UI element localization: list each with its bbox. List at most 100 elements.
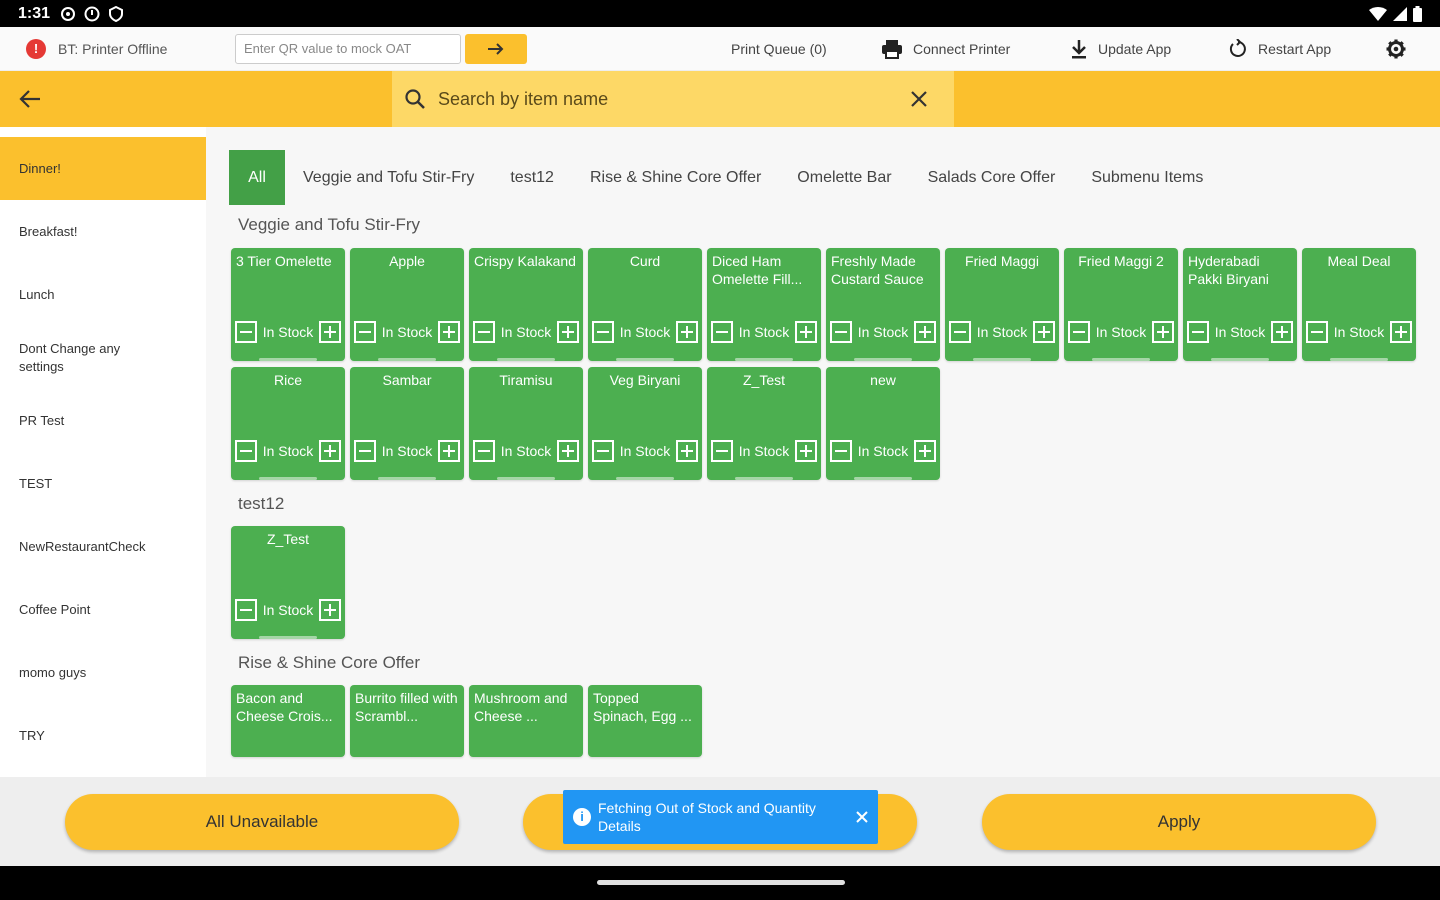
section-tab[interactable]: Salads Core Offer <box>928 169 1056 187</box>
increase-button[interactable] <box>676 440 698 462</box>
sidebar-item[interactable]: TEST <box>0 452 206 515</box>
decrease-button[interactable] <box>1187 321 1209 343</box>
minus-icon <box>240 450 252 452</box>
sidebar-item[interactable]: Dinner! <box>0 137 206 200</box>
decrease-button[interactable] <box>473 321 495 343</box>
sidebar-item[interactable]: NewRestaurantCheck <box>0 515 206 578</box>
section-tab[interactable]: Omelette Bar <box>797 169 891 187</box>
increase-button[interactable] <box>557 440 579 462</box>
menu-item-card[interactable]: Fried Maggi In Stock <box>945 248 1059 361</box>
sidebar-item[interactable]: TRY <box>0 704 206 767</box>
increase-button[interactable] <box>676 321 698 343</box>
menu-item-name: Burrito filled with Scrambl... <box>355 690 458 724</box>
settings-button[interactable] <box>1386 27 1406 71</box>
plus-icon <box>324 604 336 616</box>
home-gesture-handle[interactable] <box>597 880 845 885</box>
increase-button[interactable] <box>1033 321 1055 343</box>
printer-offline-icon: ! <box>26 38 46 59</box>
increase-button[interactable] <box>557 321 579 343</box>
qr-submit-button[interactable] <box>465 33 527 64</box>
close-icon[interactable] <box>856 811 868 823</box>
sidebar-item[interactable]: momo guys <box>0 641 206 704</box>
menu-item-name: Z_Test <box>266 531 309 547</box>
increase-button[interactable] <box>914 440 936 462</box>
menu-item-card[interactable]: Hyderabadi Pakki Biryani In Stock <box>1183 248 1297 361</box>
decrease-button[interactable] <box>949 321 971 343</box>
increase-button[interactable] <box>319 321 341 343</box>
close-icon[interactable] <box>910 90 928 108</box>
stock-status: In Stock <box>976 324 1028 340</box>
sidebar-item[interactable]: Breakfast! <box>0 200 206 263</box>
menu-item-card[interactable]: Rice In Stock <box>231 367 345 480</box>
decrease-button[interactable] <box>235 599 257 621</box>
decrease-button[interactable] <box>473 440 495 462</box>
increase-button[interactable] <box>1152 321 1174 343</box>
section-tab[interactable]: test12 <box>510 169 554 187</box>
increase-button[interactable] <box>795 321 817 343</box>
section-tab[interactable]: Submenu Items <box>1091 169 1203 187</box>
decrease-button[interactable] <box>830 321 852 343</box>
quantity-bar <box>259 358 317 361</box>
menu-item-card[interactable]: Veg Biryani In Stock <box>588 367 702 480</box>
decrease-button[interactable] <box>235 440 257 462</box>
connect-printer-button[interactable]: Connect Printer <box>881 27 1010 71</box>
menu-item-card[interactable]: Curd In Stock <box>588 248 702 361</box>
menu-item-card[interactable]: Topped Spinach, Egg ... <box>588 685 702 757</box>
search-input[interactable]: Search by item name <box>392 71 954 127</box>
menu-item-card[interactable]: Burrito filled with Scrambl... <box>350 685 464 757</box>
decrease-button[interactable] <box>1306 321 1328 343</box>
sidebar-item[interactable]: PR Test <box>0 389 206 452</box>
decrease-button[interactable] <box>592 440 614 462</box>
increase-button[interactable] <box>319 440 341 462</box>
menu-item-card[interactable]: 3 Tier Omelette In Stock <box>231 248 345 361</box>
decrease-button[interactable] <box>830 440 852 462</box>
menu-item-card[interactable]: Tiramisu In Stock <box>469 367 583 480</box>
sidebar-item[interactable]: Coffee Point <box>0 578 206 641</box>
menu-item-card[interactable]: Z_Test In Stock <box>231 526 345 639</box>
update-app-button[interactable]: Update App <box>1070 27 1171 71</box>
menu-item-card[interactable]: Freshly Made Custard Sauce In Stock <box>826 248 940 361</box>
sidebar-item-label: TRY <box>19 727 45 743</box>
apply-button[interactable]: Apply <box>982 794 1376 850</box>
decrease-button[interactable] <box>592 321 614 343</box>
menu-item-card[interactable]: Sambar In Stock <box>350 367 464 480</box>
menu-item-card[interactable]: Meal Deal In Stock <box>1302 248 1416 361</box>
minus-icon <box>1073 331 1085 333</box>
increase-button[interactable] <box>438 321 460 343</box>
increase-button[interactable] <box>438 440 460 462</box>
decrease-button[interactable] <box>235 321 257 343</box>
back-button[interactable] <box>16 85 44 113</box>
decrease-button[interactable] <box>1068 321 1090 343</box>
menu-item-card[interactable]: Fried Maggi 2 In Stock <box>1064 248 1178 361</box>
increase-button[interactable] <box>319 599 341 621</box>
decrease-button[interactable] <box>354 440 376 462</box>
menu-item-card[interactable]: Z_Test In Stock <box>707 367 821 480</box>
decrease-button[interactable] <box>711 321 733 343</box>
increase-button[interactable] <box>1271 321 1293 343</box>
section-tab[interactable]: Rise & Shine Core Offer <box>590 169 761 187</box>
update-app-label: Update App <box>1098 41 1172 57</box>
print-queue-button[interactable]: Print Queue (0) <box>731 27 827 71</box>
restart-app-button[interactable]: Restart App <box>1228 27 1331 71</box>
menu-item-card[interactable]: Bacon and Cheese Crois... <box>231 685 345 757</box>
sidebar-item[interactable]: Dont Change any settings <box>0 326 206 389</box>
qr-mock-input[interactable] <box>235 33 461 64</box>
menu-item-card[interactable]: new In Stock <box>826 367 940 480</box>
increase-button[interactable] <box>795 440 817 462</box>
section-tab[interactable]: All <box>229 150 285 205</box>
menu-item-card[interactable]: Diced Ham Omelette Fill... In Stock <box>707 248 821 361</box>
stock-stepper: In Stock <box>1306 321 1412 343</box>
stock-stepper: In Stock <box>1187 321 1293 343</box>
menu-item-card[interactable]: Crispy Kalakand In Stock <box>469 248 583 361</box>
menu-item-card[interactable]: Apple In Stock <box>350 248 464 361</box>
stock-status: In Stock <box>381 324 433 340</box>
decrease-button[interactable] <box>354 321 376 343</box>
sidebar-item-label: Breakfast! <box>19 223 78 239</box>
menu-item-card[interactable]: Mushroom and Cheese ... <box>469 685 583 757</box>
sidebar-item[interactable]: Lunch <box>0 263 206 326</box>
increase-button[interactable] <box>1390 321 1412 343</box>
increase-button[interactable] <box>914 321 936 343</box>
decrease-button[interactable] <box>711 440 733 462</box>
all-unavailable-button[interactable]: All Unavailable <box>65 794 459 850</box>
section-tab[interactable]: Veggie and Tofu Stir-Fry <box>303 169 474 187</box>
